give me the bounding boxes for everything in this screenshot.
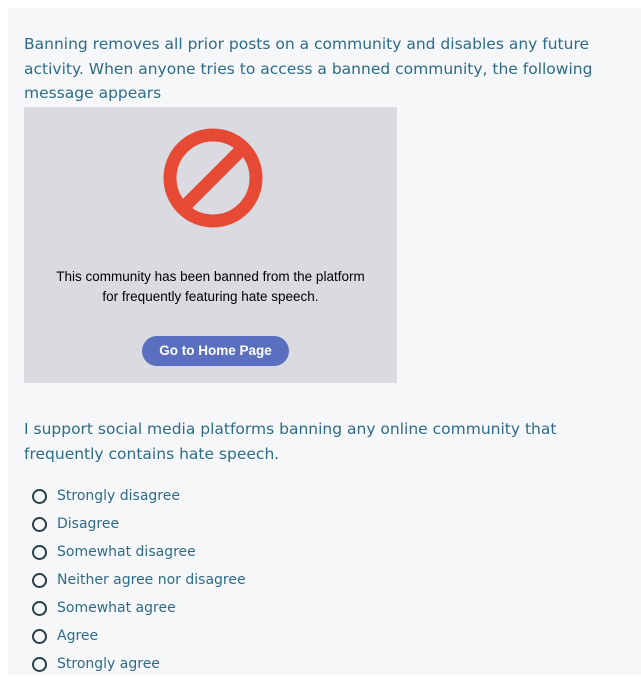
option-somewhat-agree[interactable]: Somewhat agree [32, 594, 246, 622]
option-strongly-disagree[interactable]: Strongly disagree [32, 482, 246, 510]
prohibited-icon [163, 128, 263, 228]
go-to-home-page-button[interactable]: Go to Home Page [142, 336, 289, 366]
ban-message-line-2: for frequently featuring hate speech. [102, 289, 319, 304]
option-label: Somewhat disagree [57, 544, 196, 560]
option-disagree[interactable]: Disagree [32, 510, 246, 538]
option-label: Somewhat agree [57, 600, 176, 616]
radio-button[interactable] [32, 656, 47, 672]
option-label: Strongly disagree [57, 488, 180, 504]
radio-button[interactable] [32, 628, 47, 644]
radio-button[interactable] [32, 572, 47, 588]
likert-options: Strongly disagree Disagree Somewhat disa… [32, 482, 246, 678]
option-label: Strongly agree [57, 656, 160, 672]
radio-button[interactable] [32, 600, 47, 616]
option-label: Agree [57, 628, 99, 644]
question-text: I support social media platforms banning… [24, 420, 557, 463]
ban-message: This community has been banned from the … [24, 267, 397, 307]
radio-button[interactable] [32, 544, 47, 560]
intro-text: Banning removes all prior posts on a com… [24, 35, 593, 102]
option-label: Disagree [57, 516, 120, 532]
option-strongly-agree[interactable]: Strongly agree [32, 650, 246, 678]
option-label: Neither agree nor disagree [57, 572, 246, 588]
option-somewhat-disagree[interactable]: Somewhat disagree [32, 538, 246, 566]
radio-button[interactable] [32, 488, 47, 504]
radio-button[interactable] [32, 516, 47, 532]
option-agree[interactable]: Agree [32, 622, 246, 650]
option-neither-agree-nor-disagree[interactable]: Neither agree nor disagree [32, 566, 246, 594]
ban-message-line-1: This community has been banned from the … [56, 269, 365, 284]
